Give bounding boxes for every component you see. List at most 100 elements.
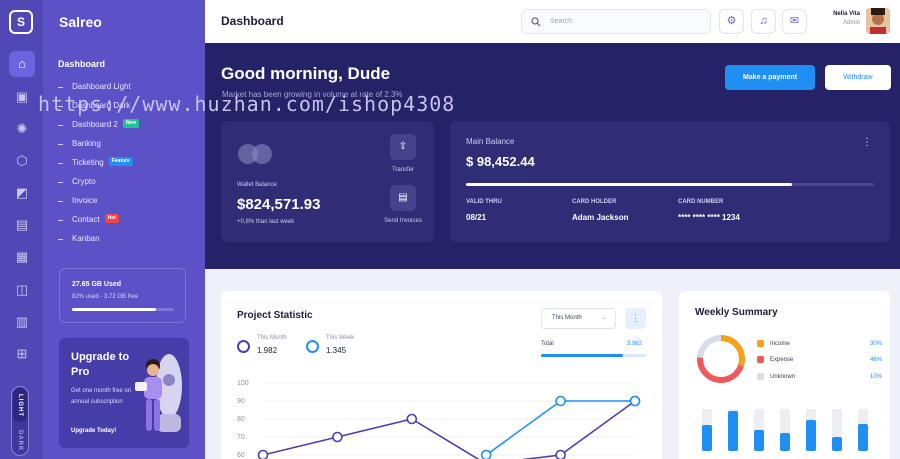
sidebar-item-label: Contact — [72, 215, 100, 224]
y-tick-label: 100 — [237, 380, 249, 387]
wallet-label: Wallet Balance — [237, 182, 277, 188]
legend-income-value: 30% — [869, 340, 882, 347]
mail-icon[interactable]: ✉ — [782, 9, 807, 34]
card-holder-label: CARD HOLDER — [572, 199, 617, 205]
transfer-action[interactable]: ⇪ Transfer — [373, 134, 433, 173]
wallet-amount: $824,571.93 — [237, 196, 321, 213]
legend-income-label: Income — [770, 340, 790, 347]
user-name: Nella Vita — [833, 11, 860, 17]
grid-icon[interactable]: ⊞ — [9, 341, 35, 367]
transfer-label: Transfer — [391, 167, 415, 173]
more-options-icon[interactable]: ⋮ — [862, 137, 872, 148]
make-payment-button[interactable]: Make a payment — [725, 65, 815, 90]
home-icon[interactable]: ⌂ — [9, 51, 35, 77]
send-invoices-action[interactable]: ▤ Send Invoices — [373, 185, 433, 224]
storage-subtitle: 82% used - 3.72 GB free — [72, 294, 139, 300]
brand-name: Salreo — [59, 14, 102, 30]
theme-dark-option[interactable]: DARK — [13, 427, 27, 455]
wallet-card: Wallet Balance $824,571.93 +0,8% than la… — [221, 121, 434, 242]
card-holder-value: Adam Jackson — [572, 213, 629, 222]
unknown-swatch — [757, 373, 764, 380]
sidebar-item[interactable]: Contact Hot — [58, 214, 139, 233]
project-line-chart: 100 90 80 70 60 — [237, 380, 641, 459]
sidebar-badge: Feature — [108, 157, 133, 166]
bar — [832, 437, 842, 451]
sidebar-item-label: Dashboard 2 — [72, 120, 118, 129]
legend-expense-value: 46% — [869, 356, 882, 363]
wallet-change: +0,8% than last week — [237, 219, 295, 225]
weekly-summary-card: Weekly Summary Income 30% Expense 46% Unkn… — [679, 291, 890, 459]
app-icon[interactable]: ▣ — [9, 84, 35, 110]
cube-icon[interactable]: ⬡ — [9, 148, 35, 174]
balance-progress — [466, 183, 874, 186]
data-point — [406, 413, 418, 425]
sidebar-badge: New — [122, 119, 140, 128]
sidebar-section-title[interactable]: Dashboard — [58, 59, 105, 69]
app-logo-icon[interactable]: S — [9, 10, 33, 34]
settings-gear-icon[interactable]: ⚙ — [719, 9, 744, 34]
sidebar-item[interactable]: Kanban — [58, 233, 139, 252]
card-number-value: **** **** **** 1234 — [678, 213, 740, 222]
project-statistic-card: Project Statistic This Month ⌄ ⋮ This Mon… — [221, 291, 662, 459]
sidebar-item-label: Banking — [72, 139, 101, 148]
card-number-label: CARD NUMBER — [678, 199, 724, 205]
settings-icon[interactable]: ✺ — [9, 116, 35, 142]
icon-rail: S ⌂ ▣ ✺ ⬡ ◩ ▤ ▦ ◫ ▥ ⊞ LIGHT DARK — [0, 0, 43, 459]
bell-icon[interactable]: ♫ — [751, 9, 776, 34]
storage-widget: 27.65 GB Used 82% used - 3.72 GB free — [59, 268, 186, 323]
app-root: S ⌂ ▣ ✺ ⬡ ◩ ▤ ▦ ◫ ▥ ⊞ LIGHT DARK Salreo … — [0, 0, 900, 459]
upgrade-promo: Upgrade to Pro Get one month free on ann… — [59, 338, 189, 448]
sidebar-item[interactable]: Invoice — [58, 195, 139, 214]
legend-unknown-value: 10% — [869, 373, 882, 380]
dash-icon — [58, 220, 63, 221]
database-icon[interactable]: ▥ — [9, 309, 35, 335]
income-swatch — [757, 340, 764, 347]
sidebar-item[interactable]: Dashboard 2 New — [58, 119, 140, 138]
dash-icon — [58, 144, 63, 145]
rocket-illustration — [135, 354, 182, 432]
theme-light-option[interactable]: LIGHT — [13, 388, 27, 422]
data-point — [257, 449, 269, 459]
folder-icon[interactable]: ▤ — [9, 212, 35, 238]
sidebar-item[interactable]: Crypto — [58, 176, 139, 195]
withdraw-button[interactable]: Withdraw — [825, 65, 891, 90]
dash-icon — [58, 182, 63, 183]
layout-icon[interactable]: ◫ — [9, 277, 35, 303]
avatar[interactable] — [866, 8, 890, 34]
sidebar-badge: Hot — [104, 214, 119, 223]
theme-toggle[interactable]: LIGHT DARK — [11, 386, 29, 456]
legend-expense-label: Expense — [770, 356, 794, 363]
legend-unknown: Unknown 10% — [757, 373, 882, 380]
upgrade-button[interactable]: Upgrade Today! — [71, 428, 116, 434]
search-input[interactable]: Search — [521, 9, 711, 34]
sidebar: Salreo Dashboard Dashboard Light Dashboar… — [43, 0, 205, 459]
bar — [858, 424, 868, 451]
bar — [780, 433, 790, 451]
page-title: Dashboard — [221, 14, 284, 28]
sidebar-item[interactable]: Ticketing Feature — [58, 157, 139, 176]
data-point — [332, 431, 343, 443]
y-tick-label: 70 — [237, 434, 245, 441]
valid-thru-label: VALID THRU — [466, 199, 502, 205]
dash-icon — [58, 125, 63, 126]
balance-progress-fill — [466, 183, 793, 186]
clipboard-icon[interactable]: ▦ — [9, 244, 35, 270]
promo-text: Get one month free on annual subscriptio… — [71, 388, 132, 405]
chart-icon[interactable]: ◩ — [9, 180, 35, 206]
search-placeholder: Search — [550, 18, 573, 25]
storage-bar-fill — [72, 308, 156, 311]
sidebar-item[interactable]: Banking — [58, 138, 139, 157]
data-point — [480, 449, 492, 459]
dash-icon — [58, 201, 63, 202]
data-point — [555, 449, 566, 459]
dash-icon — [58, 163, 63, 164]
series-line — [262, 400, 636, 459]
legend-unknown-label: Unknown — [770, 373, 796, 380]
valid-thru-value: 08/21 — [466, 213, 487, 222]
y-tick-label: 90 — [237, 398, 245, 405]
user-info[interactable]: Nella Vita Admin — [825, 11, 860, 26]
greeting: Good morning, Dude — [221, 64, 391, 83]
y-tick-label: 60 — [237, 452, 245, 459]
bar — [806, 420, 816, 451]
sidebar-item-label: Ticketing — [72, 158, 104, 167]
